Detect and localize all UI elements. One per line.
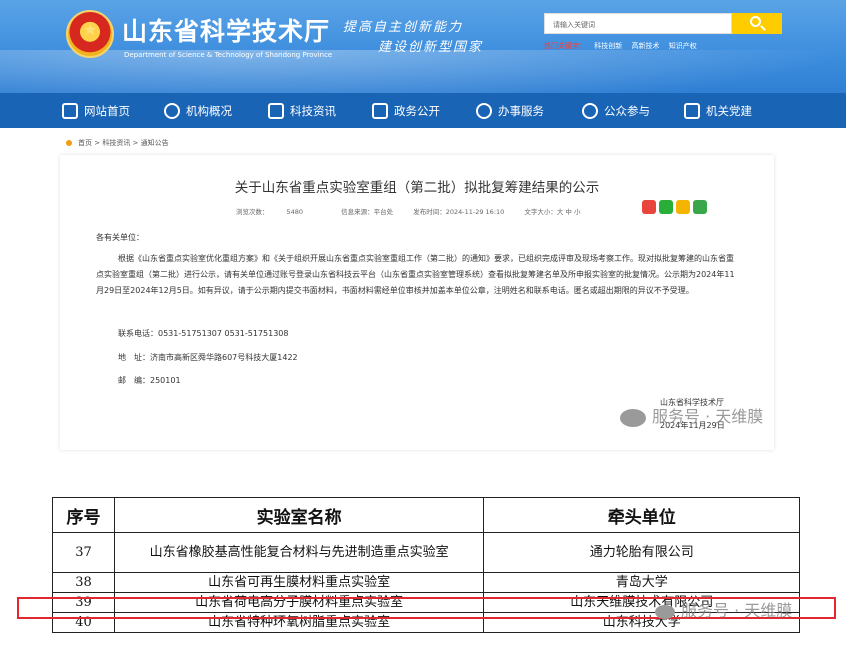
- nav-item-news[interactable]: 科技资讯: [268, 93, 336, 128]
- qzone-icon[interactable]: [676, 200, 690, 214]
- publish-date: 发布时间：2024-11-29 16:10: [413, 208, 505, 216]
- gear-icon: [164, 102, 180, 119]
- wechat-icon[interactable]: [659, 200, 673, 214]
- table-header: 实验室名称: [113, 497, 485, 533]
- watermark-text: 服务号 · 天维膜: [681, 601, 793, 620]
- article-title: 关于山东省重点实验室重组（第二批）拟批复筹建结果的公示: [234, 180, 600, 196]
- site-header: ★ 山东省科学技术厅 Department of Science & Techn…: [0, 0, 846, 93]
- slogan-line2: 建设创新型国家: [378, 40, 484, 55]
- nav-label: 机关党建: [706, 103, 752, 118]
- table-header-row: 序号 实验室名称 牵头单位: [52, 497, 800, 533]
- bullet-icon: [66, 140, 72, 146]
- people-icon: [582, 102, 598, 119]
- watermark: 服务号 · 天维膜: [620, 403, 763, 427]
- watermark: 服务号 · 天维膜: [655, 597, 792, 621]
- nav-label: 政务公开: [394, 103, 440, 118]
- nav-label: 科技资讯: [290, 103, 336, 118]
- search-button[interactable]: [732, 13, 782, 34]
- views-info: 浏览次数： 5480: [236, 208, 321, 216]
- article-body: 根据《山东省重点实验室优化重组方案》和《关于组织开展山东省重点实验室重组工作（第…: [96, 254, 735, 295]
- nav-label: 机构概况: [186, 103, 232, 118]
- wechat-watermark-icon: [620, 408, 646, 427]
- hot-keywords: 热门关键字： 科技创新 高新技术 知识产权: [544, 41, 704, 51]
- breadcrumb: 首页 > 科技资讯 > 通知公告: [66, 138, 169, 148]
- table-cell-name: 山东省橡胶基高性能复合材料与先进制造重点实验室: [113, 532, 485, 573]
- news-icon: [268, 102, 284, 119]
- search-icon: [750, 16, 761, 27]
- nav-label: 办事服务: [498, 103, 544, 118]
- hot-keyword-link[interactable]: 科技创新: [594, 42, 622, 50]
- contact-phone: 联系电话：0531-51751307 0531-51751308: [118, 329, 289, 338]
- layers-icon: [372, 102, 388, 119]
- user-icon: [476, 102, 492, 119]
- contact-address: 地 址：济南市高新区舜华路607号科技大厦1422: [118, 353, 298, 362]
- share-bar: [642, 200, 707, 214]
- nav-item-home[interactable]: 网站首页: [62, 93, 130, 128]
- table-row: 37 山东省橡胶基高性能复合材料与先进制造重点实验室 通力轮胎有限公司: [52, 532, 800, 573]
- hot-keyword-link[interactable]: 知识产权: [669, 42, 697, 50]
- views-label: 浏览次数：: [236, 208, 269, 216]
- table-cell-lead: 通力轮胎有限公司: [483, 532, 800, 573]
- search-input[interactable]: 请输入关键词: [544, 13, 732, 34]
- source-info: 信息来源：平台处: [341, 208, 394, 216]
- table-header: 牵头单位: [483, 497, 800, 533]
- weibo-icon[interactable]: [642, 200, 656, 214]
- main-nav: 网站首页 机构概况 科技资讯 政务公开 办事服务 公众参与 机关党建: [0, 93, 846, 128]
- nav-label: 公众参与: [604, 103, 650, 118]
- table-row: 38 山东省可再生膜材料重点实验室 青岛大学: [52, 572, 800, 593]
- national-emblem-icon: ★: [66, 10, 114, 58]
- nav-item-party[interactable]: 机关党建: [684, 93, 752, 128]
- breadcrumb-text[interactable]: 首页 > 科技资讯 > 通知公告: [78, 138, 169, 148]
- table-cell-no: 37: [52, 532, 115, 573]
- nav-item-service[interactable]: 办事服务: [476, 93, 544, 128]
- greeting: 各有关单位：: [96, 233, 144, 242]
- nav-item-about[interactable]: 机构概况: [164, 93, 232, 128]
- wechat-watermark-icon: [655, 604, 675, 619]
- site-subtitle: Department of Science & Technology of Sh…: [124, 51, 333, 59]
- table-cell-no: 38: [52, 572, 115, 593]
- site-title[interactable]: 山东省科学技术厅: [122, 12, 330, 48]
- views-count: 5480: [286, 208, 304, 216]
- table-cell-lead: 青岛大学: [483, 572, 800, 593]
- hot-keyword-link[interactable]: 高新技术: [631, 42, 659, 50]
- slogan-line1: 提高自主创新能力: [343, 20, 464, 35]
- watermark-text: 服务号 · 天维膜: [652, 407, 764, 426]
- hot-keywords-label: 热门关键字：: [544, 42, 586, 50]
- table-cell-name: 山东省可再生膜材料重点实验室: [113, 572, 485, 593]
- font-size-control[interactable]: 文字大小：大 中 小: [524, 208, 580, 216]
- nav-label: 网站首页: [84, 103, 130, 118]
- douban-icon[interactable]: [693, 200, 707, 214]
- flag-icon: [684, 102, 700, 119]
- article-meta: 浏览次数： 5480 信息来源：平台处 发布时间：2024-11-29 16:10…: [236, 206, 599, 216]
- home-icon: [62, 102, 78, 119]
- nav-item-public[interactable]: 公众参与: [582, 93, 650, 128]
- nav-item-gov[interactable]: 政务公开: [372, 93, 440, 128]
- contact-postcode: 邮 编：250101: [118, 376, 181, 385]
- table-header: 序号: [52, 497, 115, 533]
